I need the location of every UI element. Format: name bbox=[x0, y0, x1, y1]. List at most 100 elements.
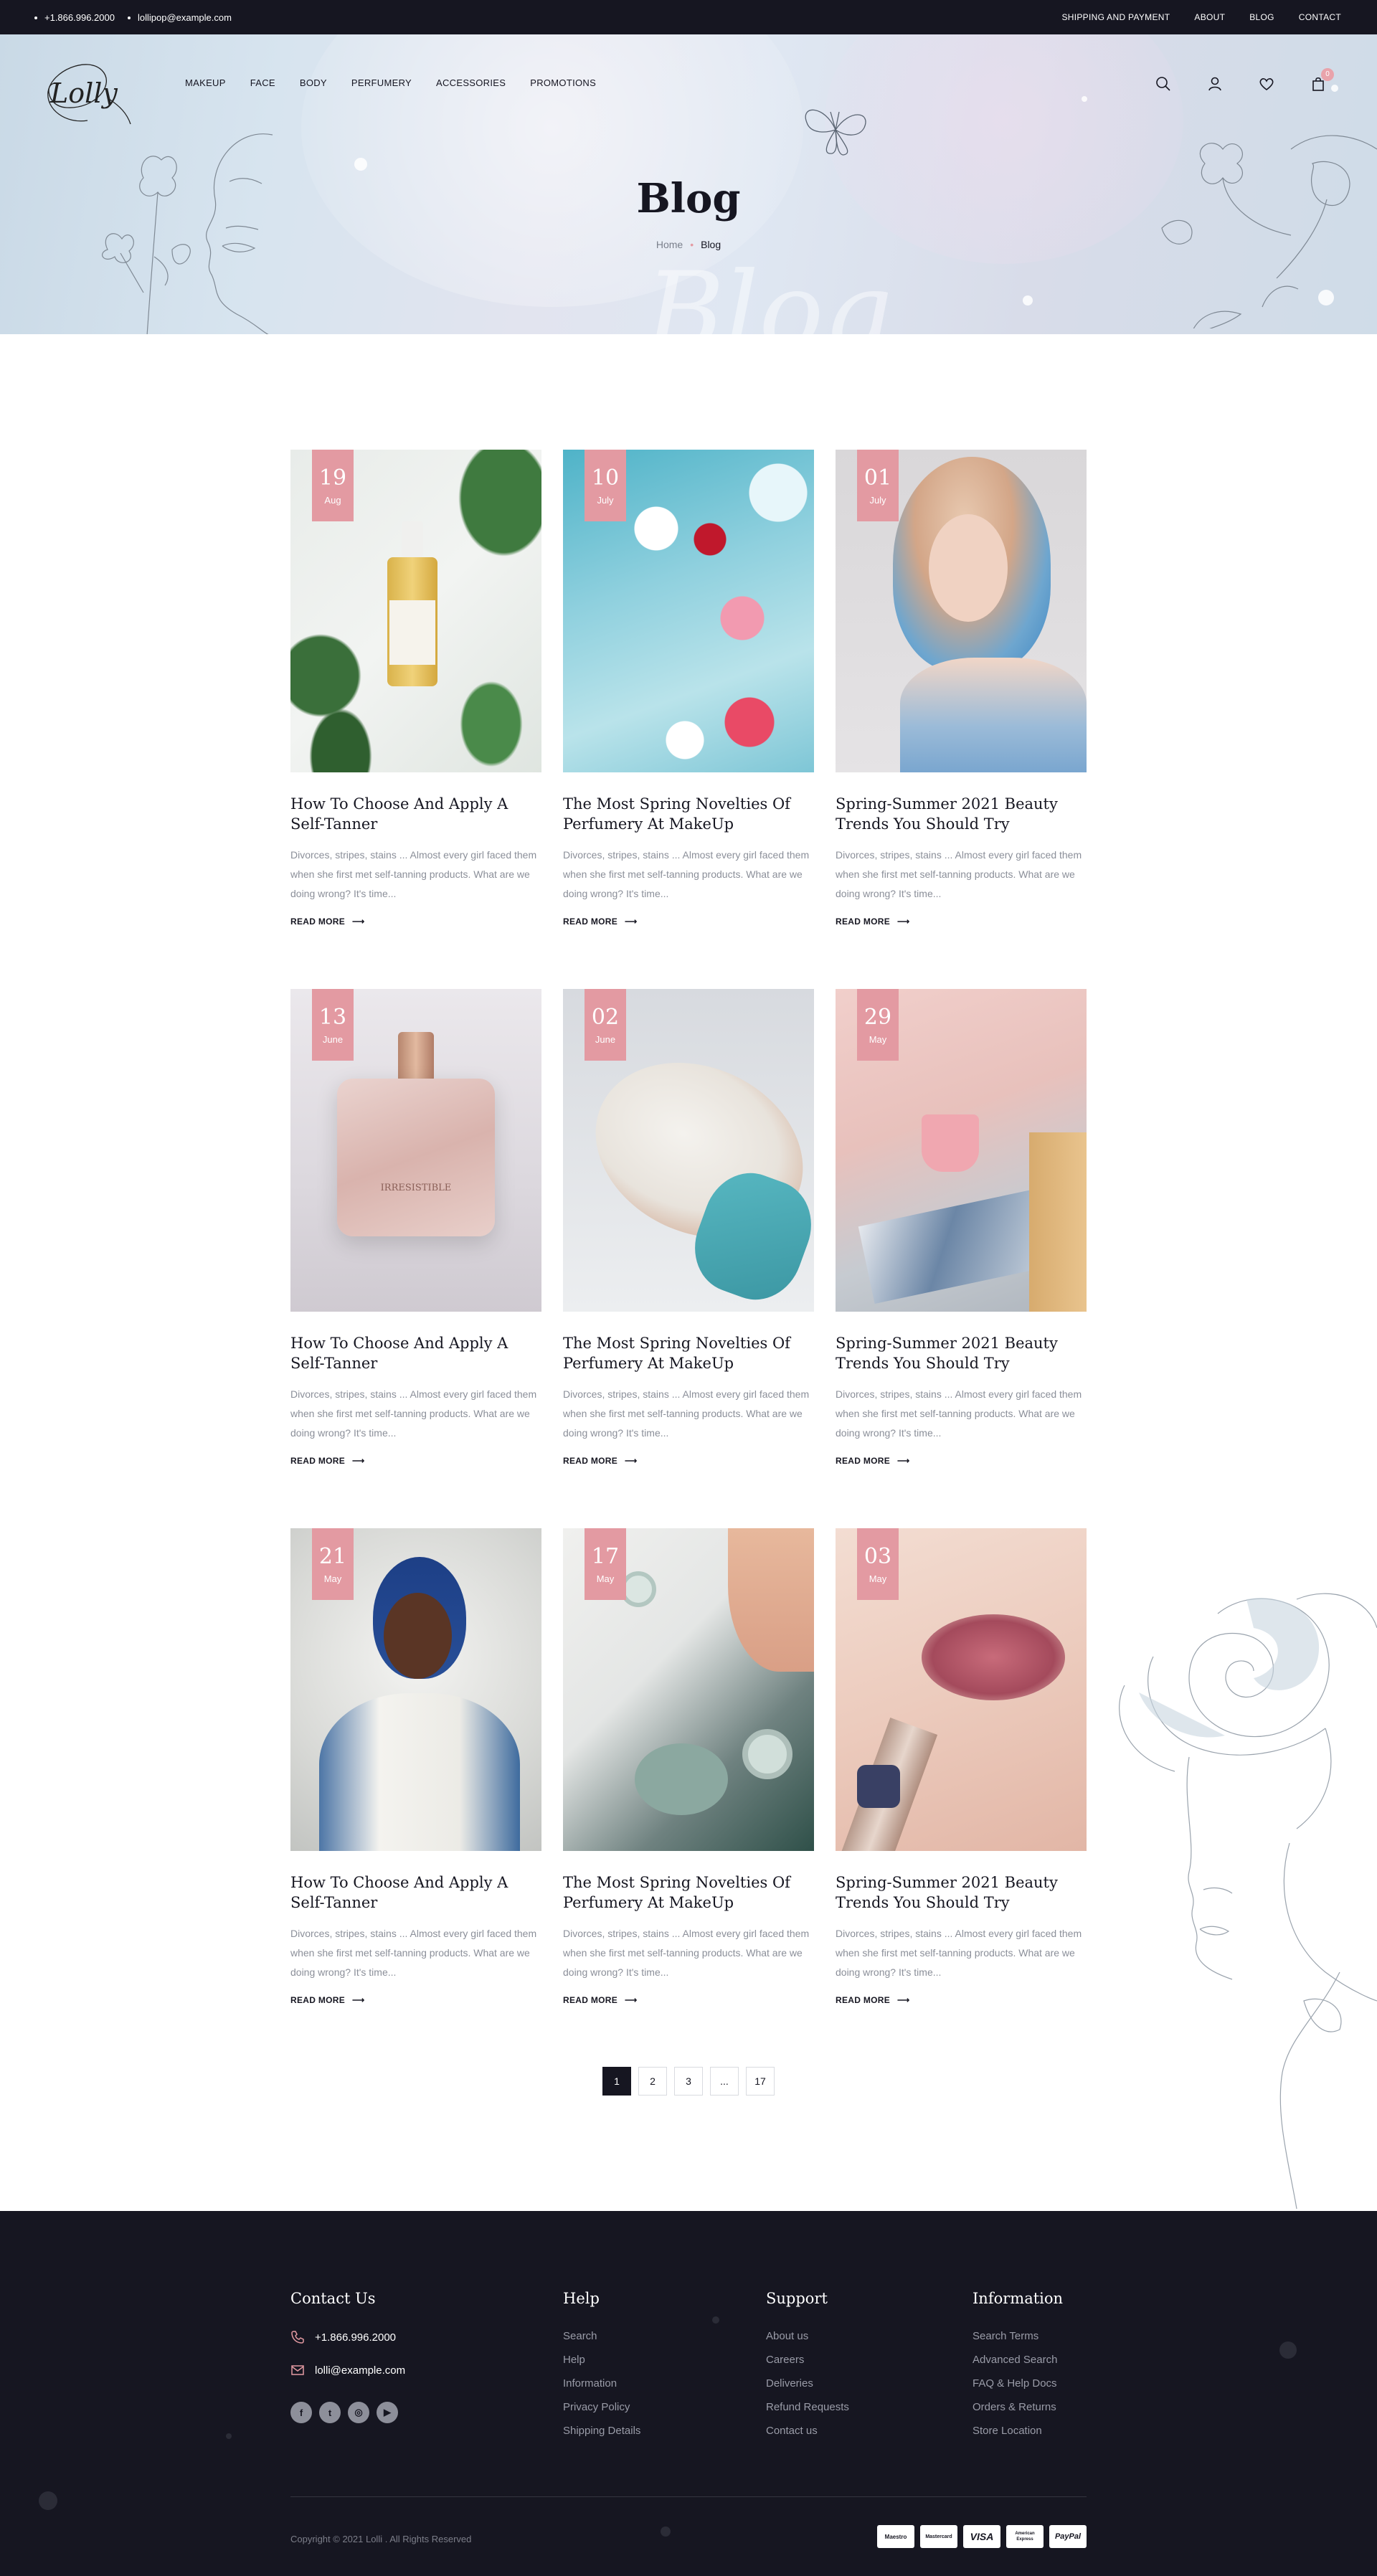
post-title[interactable]: How To Choose And Apply A Self-Tanner bbox=[290, 1333, 541, 1373]
blog-card[interactable]: 01 July Spring-Summer 2021 Beauty Trends … bbox=[836, 450, 1087, 927]
blog-card[interactable]: 17 May The Most Spring Novelties Of Perfu… bbox=[563, 1528, 814, 2005]
read-more-link[interactable]: READ MORE ⟶ bbox=[563, 917, 814, 927]
site-logo[interactable]: Lolly bbox=[37, 56, 138, 128]
youtube-icon[interactable]: ▶ bbox=[377, 2402, 398, 2423]
footer-link[interactable]: Refund Requests bbox=[766, 2401, 849, 2413]
read-more-link[interactable]: READ MORE ⟶ bbox=[290, 917, 541, 927]
post-excerpt: Divorces, stripes, stains ... Almost eve… bbox=[563, 849, 810, 899]
post-image[interactable]: 19 Aug bbox=[290, 450, 541, 772]
post-date-badge: 17 May bbox=[585, 1528, 626, 1600]
post-image[interactable]: 03 May bbox=[836, 1528, 1087, 1851]
topbar-phone[interactable]: +1.866.996.2000 bbox=[34, 12, 115, 23]
nav-promotions[interactable]: PROMOTIONS bbox=[530, 77, 596, 88]
footer-link[interactable]: Careers bbox=[766, 2354, 849, 2366]
post-title[interactable]: The Most Spring Novelties Of Perfumery A… bbox=[563, 794, 814, 834]
arrow-right-icon: ⟶ bbox=[897, 917, 910, 927]
mail-icon bbox=[291, 2365, 304, 2375]
post-title[interactable]: Spring-Summer 2021 Beauty Trends You Sho… bbox=[836, 1872, 1087, 1913]
arrow-right-icon: ⟶ bbox=[897, 1995, 910, 2005]
footer-help: Help Search Help Information Privacy Pol… bbox=[563, 2290, 640, 2448]
page-button-last[interactable]: 17 bbox=[746, 2067, 775, 2096]
line-art-face-left bbox=[102, 133, 273, 334]
read-more-link[interactable]: READ MORE ⟶ bbox=[836, 1995, 1087, 2005]
post-image[interactable]: 10 July bbox=[563, 450, 814, 772]
arrow-right-icon: ⟶ bbox=[352, 1995, 365, 2005]
footer-link[interactable]: Shipping Details bbox=[563, 2425, 640, 2437]
decor-dot bbox=[39, 2491, 57, 2510]
nav-accessories[interactable]: ACCESSORIES bbox=[436, 77, 506, 88]
footer-link[interactable]: Store Location bbox=[973, 2425, 1063, 2437]
nav-makeup[interactable]: MAKEUP bbox=[185, 77, 226, 88]
post-image[interactable]: 02 June bbox=[563, 989, 814, 1312]
social-links: f t ◎ ▶ bbox=[290, 2402, 405, 2423]
topbar-email[interactable]: lollipop@example.com bbox=[127, 12, 232, 23]
copyright-text: Copyright © 2021 Lolli . All Rights Rese… bbox=[290, 2534, 472, 2544]
footer-link[interactable]: Search bbox=[563, 2330, 640, 2342]
search-icon[interactable] bbox=[1155, 75, 1172, 93]
footer-link[interactable]: Deliveries bbox=[766, 2377, 849, 2390]
blog-card[interactable]: 10 July The Most Spring Novelties Of Perf… bbox=[563, 450, 814, 927]
main-nav: MAKEUP FACE BODY PERFUMERY ACCESSORIES P… bbox=[185, 77, 596, 88]
footer-link[interactable]: Orders & Returns bbox=[973, 2401, 1063, 2413]
nav-perfumery[interactable]: PERFUMERY bbox=[351, 77, 412, 88]
read-more-link[interactable]: READ MORE ⟶ bbox=[563, 1456, 814, 1466]
post-excerpt: Divorces, stripes, stains ... Almost eve… bbox=[836, 849, 1082, 899]
post-title[interactable]: Spring-Summer 2021 Beauty Trends You Sho… bbox=[836, 794, 1087, 834]
footer-link[interactable]: Advanced Search bbox=[973, 2354, 1063, 2366]
footer-link[interactable]: Privacy Policy bbox=[563, 2401, 640, 2413]
page-title: Blog bbox=[636, 175, 741, 222]
topbar-link-about[interactable]: ABOUT bbox=[1194, 12, 1225, 22]
read-more-link[interactable]: READ MORE ⟶ bbox=[290, 1456, 541, 1466]
read-more-link[interactable]: READ MORE ⟶ bbox=[836, 1456, 1087, 1466]
post-title[interactable]: How To Choose And Apply A Self-Tanner bbox=[290, 1872, 541, 1913]
topbar-link-contact[interactable]: CONTACT bbox=[1299, 12, 1341, 22]
footer-link[interactable]: Help bbox=[563, 2354, 640, 2366]
instagram-icon[interactable]: ◎ bbox=[348, 2402, 369, 2423]
footer-link[interactable]: About us bbox=[766, 2330, 849, 2342]
post-title[interactable]: How To Choose And Apply A Self-Tanner bbox=[290, 794, 541, 834]
decor-dot bbox=[226, 2433, 232, 2439]
footer-link[interactable]: Search Terms bbox=[973, 2330, 1063, 2342]
blog-card[interactable]: 02 June The Most Spring Novelties Of Perf… bbox=[563, 989, 814, 1466]
blog-card[interactable]: 03 May Spring-Summer 2021 Beauty Trends Y… bbox=[836, 1528, 1087, 2005]
post-date-badge: 01 July bbox=[857, 450, 899, 521]
top-bar: +1.866.996.2000 lollipop@example.com SHI… bbox=[0, 0, 1377, 34]
post-image[interactable]: 01 July bbox=[836, 450, 1087, 772]
post-title[interactable]: Spring-Summer 2021 Beauty Trends You Sho… bbox=[836, 1333, 1087, 1373]
post-image[interactable]: IRRESISTIBLE 13 June bbox=[290, 989, 541, 1312]
footer-email[interactable]: lolli@example.com bbox=[290, 2363, 405, 2377]
bag-icon[interactable]: 0 bbox=[1310, 68, 1334, 93]
post-image[interactable]: 29 May bbox=[836, 989, 1087, 1312]
user-icon[interactable] bbox=[1206, 75, 1224, 93]
topbar-link-blog[interactable]: BLOG bbox=[1249, 12, 1274, 22]
post-image[interactable]: 21 May bbox=[290, 1528, 541, 1851]
read-more-link[interactable]: READ MORE ⟶ bbox=[563, 1995, 814, 2005]
blog-card[interactable]: 19 Aug How To Choose And Apply A Self-Tan… bbox=[290, 450, 541, 927]
read-more-link[interactable]: READ MORE ⟶ bbox=[290, 1995, 541, 2005]
breadcrumb-home[interactable]: Home bbox=[656, 239, 683, 250]
post-title[interactable]: The Most Spring Novelties Of Perfumery A… bbox=[563, 1872, 814, 1913]
read-more-link[interactable]: READ MORE ⟶ bbox=[836, 917, 1087, 927]
topbar-link-shipping[interactable]: SHIPPING AND PAYMENT bbox=[1061, 12, 1170, 22]
heart-icon[interactable] bbox=[1258, 75, 1275, 93]
header-actions: 0 bbox=[1155, 68, 1334, 93]
mastercard-icon: Mastercard bbox=[920, 2525, 957, 2548]
footer-link[interactable]: Contact us bbox=[766, 2425, 849, 2437]
nav-body[interactable]: BODY bbox=[300, 77, 327, 88]
blog-card[interactable]: IRRESISTIBLE 13 June How To Choose And Ap… bbox=[290, 989, 541, 1466]
footer-phone[interactable]: +1.866.996.2000 bbox=[290, 2330, 405, 2344]
page-button-3[interactable]: 3 bbox=[674, 2067, 703, 2096]
footer-link[interactable]: FAQ & Help Docs bbox=[973, 2377, 1063, 2390]
page-button-2[interactable]: 2 bbox=[638, 2067, 667, 2096]
blog-card[interactable]: 21 May How To Choose And Apply A Self-Tan… bbox=[290, 1528, 541, 2005]
blog-card[interactable]: 29 May Spring-Summer 2021 Beauty Trends Y… bbox=[836, 989, 1087, 1466]
twitter-icon[interactable]: t bbox=[319, 2402, 341, 2423]
nav-face[interactable]: FACE bbox=[250, 77, 275, 88]
arrow-right-icon: ⟶ bbox=[352, 1456, 365, 1466]
post-image[interactable]: 17 May bbox=[563, 1528, 814, 1851]
footer-link[interactable]: Information bbox=[563, 2377, 640, 2390]
post-title[interactable]: The Most Spring Novelties Of Perfumery A… bbox=[563, 1333, 814, 1373]
page-button-1[interactable]: 1 bbox=[602, 2067, 631, 2096]
decor-bubble bbox=[1331, 85, 1338, 92]
facebook-icon[interactable]: f bbox=[290, 2402, 312, 2423]
